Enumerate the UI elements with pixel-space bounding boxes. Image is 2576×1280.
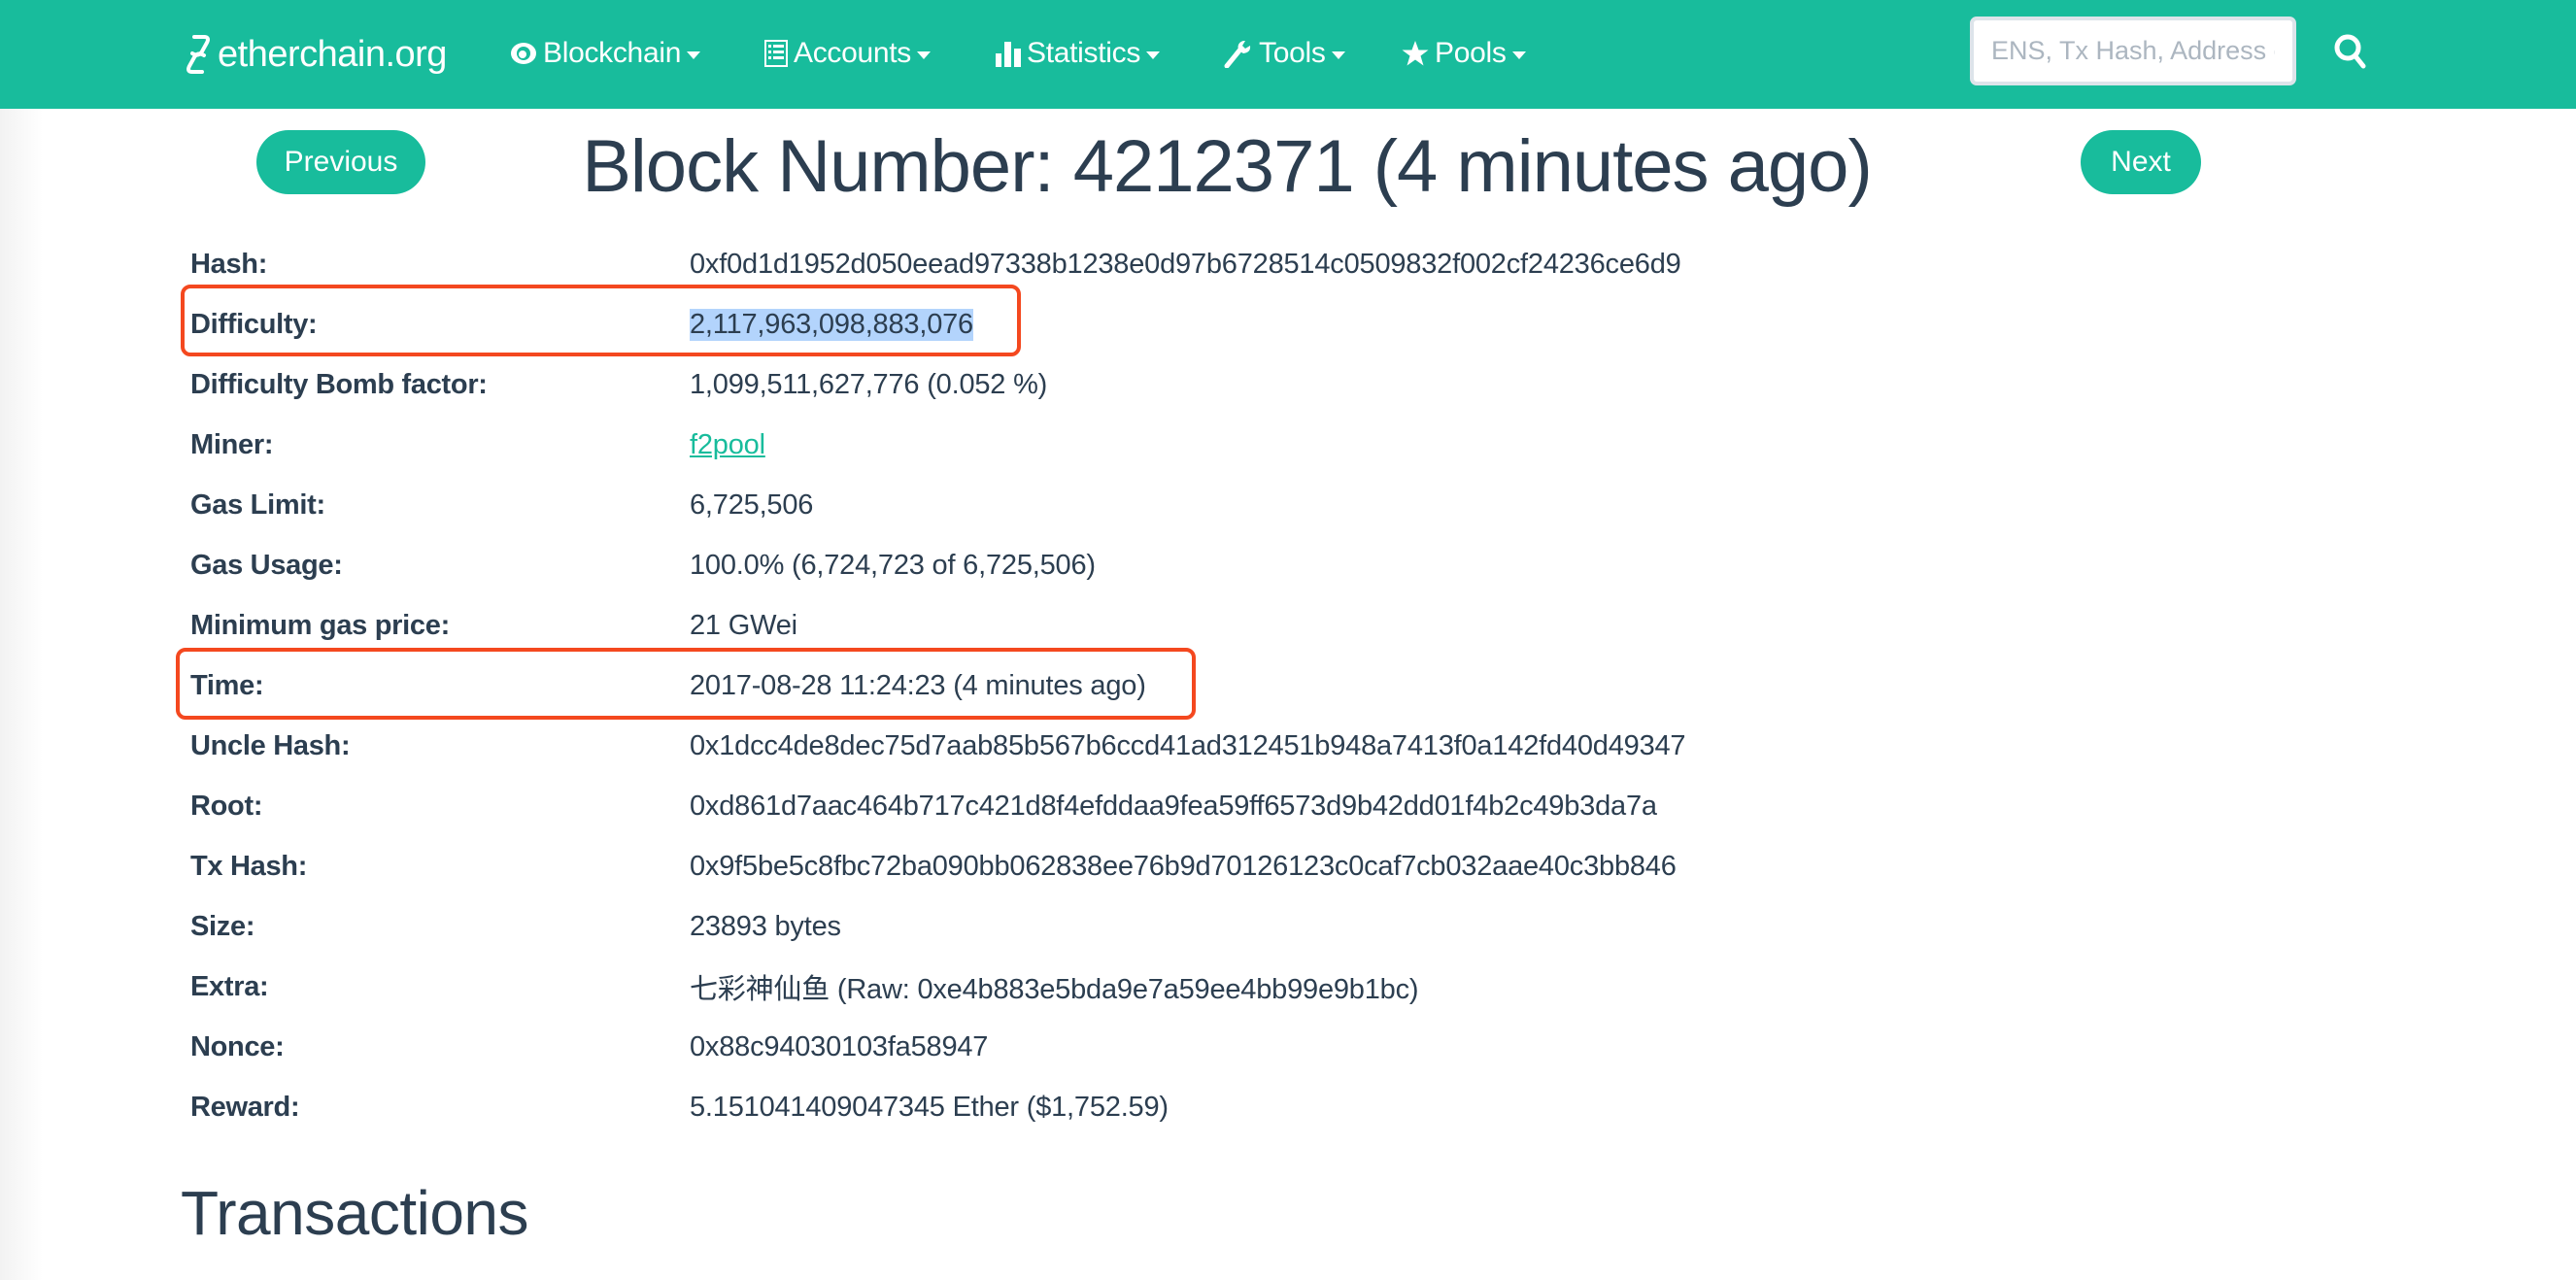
detail-row-nonce: Nonce: 0x88c94030103fa58947	[190, 1023, 988, 1071]
caret-down-icon	[1146, 51, 1161, 59]
detail-row-time: Time: 2017-08-28 11:24:23 (4 minutes ago…	[190, 661, 1146, 710]
eye-icon	[510, 42, 537, 65]
detail-row-extra: Extra: 七彩神仙鱼 (Raw: 0xe4b883e5bda9e7a59ee…	[190, 962, 1419, 1011]
detail-label: Difficulty Bomb factor:	[190, 368, 488, 400]
chain-logo-icon	[186, 35, 210, 74]
detail-value: 100.0% (6,724,723 of 6,725,506)	[690, 549, 1096, 581]
nav-label: Accounts	[794, 37, 911, 69]
detail-row-uncle-hash: Uncle Hash: 0x1dcc4de8dec75d7aab85b567b6…	[190, 722, 1686, 770]
next-block-button[interactable]: Next	[2081, 130, 2201, 194]
detail-row-difficulty-bomb: Difficulty Bomb factor: 1,099,511,627,77…	[190, 360, 1047, 409]
nav-pools[interactable]: Pools	[1402, 29, 1526, 78]
detail-value: 2017-08-28 11:24:23 (4 minutes ago)	[690, 669, 1146, 701]
detail-value: 0x1dcc4de8dec75d7aab85b567b6ccd41ad31245…	[690, 729, 1686, 761]
nav-label: Pools	[1435, 37, 1507, 69]
page-edge-shadow	[0, 109, 43, 1280]
nav-statistics[interactable]: Statistics	[996, 29, 1161, 78]
transactions-heading: Transactions	[181, 1178, 529, 1248]
detail-label: Reward:	[190, 1091, 300, 1123]
detail-label: Minimum gas price:	[190, 609, 450, 641]
detail-value: 0x9f5be5c8fbc72ba090bb062838ee76b9d70126…	[690, 850, 1677, 882]
detail-label: Size:	[190, 910, 255, 942]
caret-down-icon	[917, 51, 931, 59]
detail-row-reward: Reward: 5.151041409047345 Ether ($1,752.…	[190, 1083, 1169, 1131]
bar-chart-icon	[996, 40, 1021, 67]
navbar: etherchain.org Blockchain Accounts Stati…	[0, 0, 2576, 109]
detail-label: Tx Hash:	[190, 850, 308, 882]
search-box	[1970, 17, 2296, 85]
detail-value: 21 GWei	[690, 609, 797, 641]
nav-label: Blockchain	[543, 37, 682, 69]
detail-value: 七彩神仙鱼 (Raw: 0xe4b883e5bda9e7a59ee4bb99e9…	[690, 974, 1419, 1005]
nav-blockchain[interactable]: Blockchain	[510, 29, 701, 78]
detail-label: Miner:	[190, 428, 274, 460]
detail-label: Uncle Hash:	[190, 729, 351, 761]
search-input[interactable]	[1974, 20, 2292, 82]
detail-row-gas-usage: Gas Usage: 100.0% (6,724,723 of 6,725,50…	[190, 541, 1096, 589]
brand-link[interactable]: etherchain.org	[181, 27, 447, 82]
detail-row-size: Size: 23893 bytes	[190, 902, 841, 951]
detail-label: Root:	[190, 790, 263, 822]
caret-down-icon	[687, 51, 701, 59]
detail-row-miner: Miner: f2pool	[190, 421, 765, 469]
detail-row-min-gas-price: Minimum gas price: 21 GWei	[190, 601, 797, 650]
detail-label: Gas Limit:	[190, 488, 325, 521]
detail-value: 0xf0d1d1952d050eead97338b1238e0d97b67285…	[690, 248, 1681, 280]
detail-value: 6,725,506	[690, 488, 814, 521]
miner-link[interactable]: f2pool	[690, 429, 765, 460]
wrench-icon	[1224, 39, 1253, 68]
detail-value-selected: 2,117,963,098,883,076	[690, 308, 973, 341]
detail-label: Difficulty:	[190, 308, 318, 340]
brand-name: etherchain.org	[218, 33, 447, 75]
detail-label: Hash:	[190, 248, 268, 280]
detail-value: 23893 bytes	[690, 910, 841, 942]
nav-accounts[interactable]: Accounts	[764, 29, 931, 78]
caret-down-icon	[1331, 51, 1345, 59]
nav-tools[interactable]: Tools	[1224, 29, 1345, 78]
detail-row-difficulty: Difficulty: 2,117,963,098,883,076	[190, 300, 973, 349]
detail-label: Time:	[190, 669, 264, 701]
nav-label: Statistics	[1027, 37, 1141, 69]
detail-row-hash: Hash: 0xf0d1d1952d050eead97338b1238e0d97…	[190, 240, 1681, 288]
search-icon	[2334, 34, 2366, 69]
detail-value: 1,099,511,627,776 (0.052 %)	[690, 368, 1048, 400]
detail-row-tx-hash: Tx Hash: 0x9f5be5c8fbc72ba090bb062838ee7…	[190, 842, 1677, 891]
detail-value: 0x88c94030103fa58947	[690, 1030, 989, 1062]
detail-value: 5.151041409047345 Ether ($1,752.59)	[690, 1091, 1169, 1123]
detail-row-gas-limit: Gas Limit: 6,725,506	[190, 481, 813, 529]
detail-label: Extra:	[190, 970, 269, 1002]
detail-row-root: Root: 0xd861d7aac464b717c421d8f4efddaa9f…	[190, 782, 1657, 830]
list-icon	[764, 40, 788, 67]
detail-label: Nonce:	[190, 1030, 285, 1062]
caret-down-icon	[1511, 51, 1526, 59]
detail-value: 0xd861d7aac464b717c421d8f4efddaa9fea59ff…	[690, 790, 1657, 822]
detail-label: Gas Usage:	[190, 549, 343, 581]
search-button[interactable]	[2331, 31, 2370, 74]
nav-label: Tools	[1259, 37, 1326, 69]
star-icon	[1402, 40, 1429, 67]
